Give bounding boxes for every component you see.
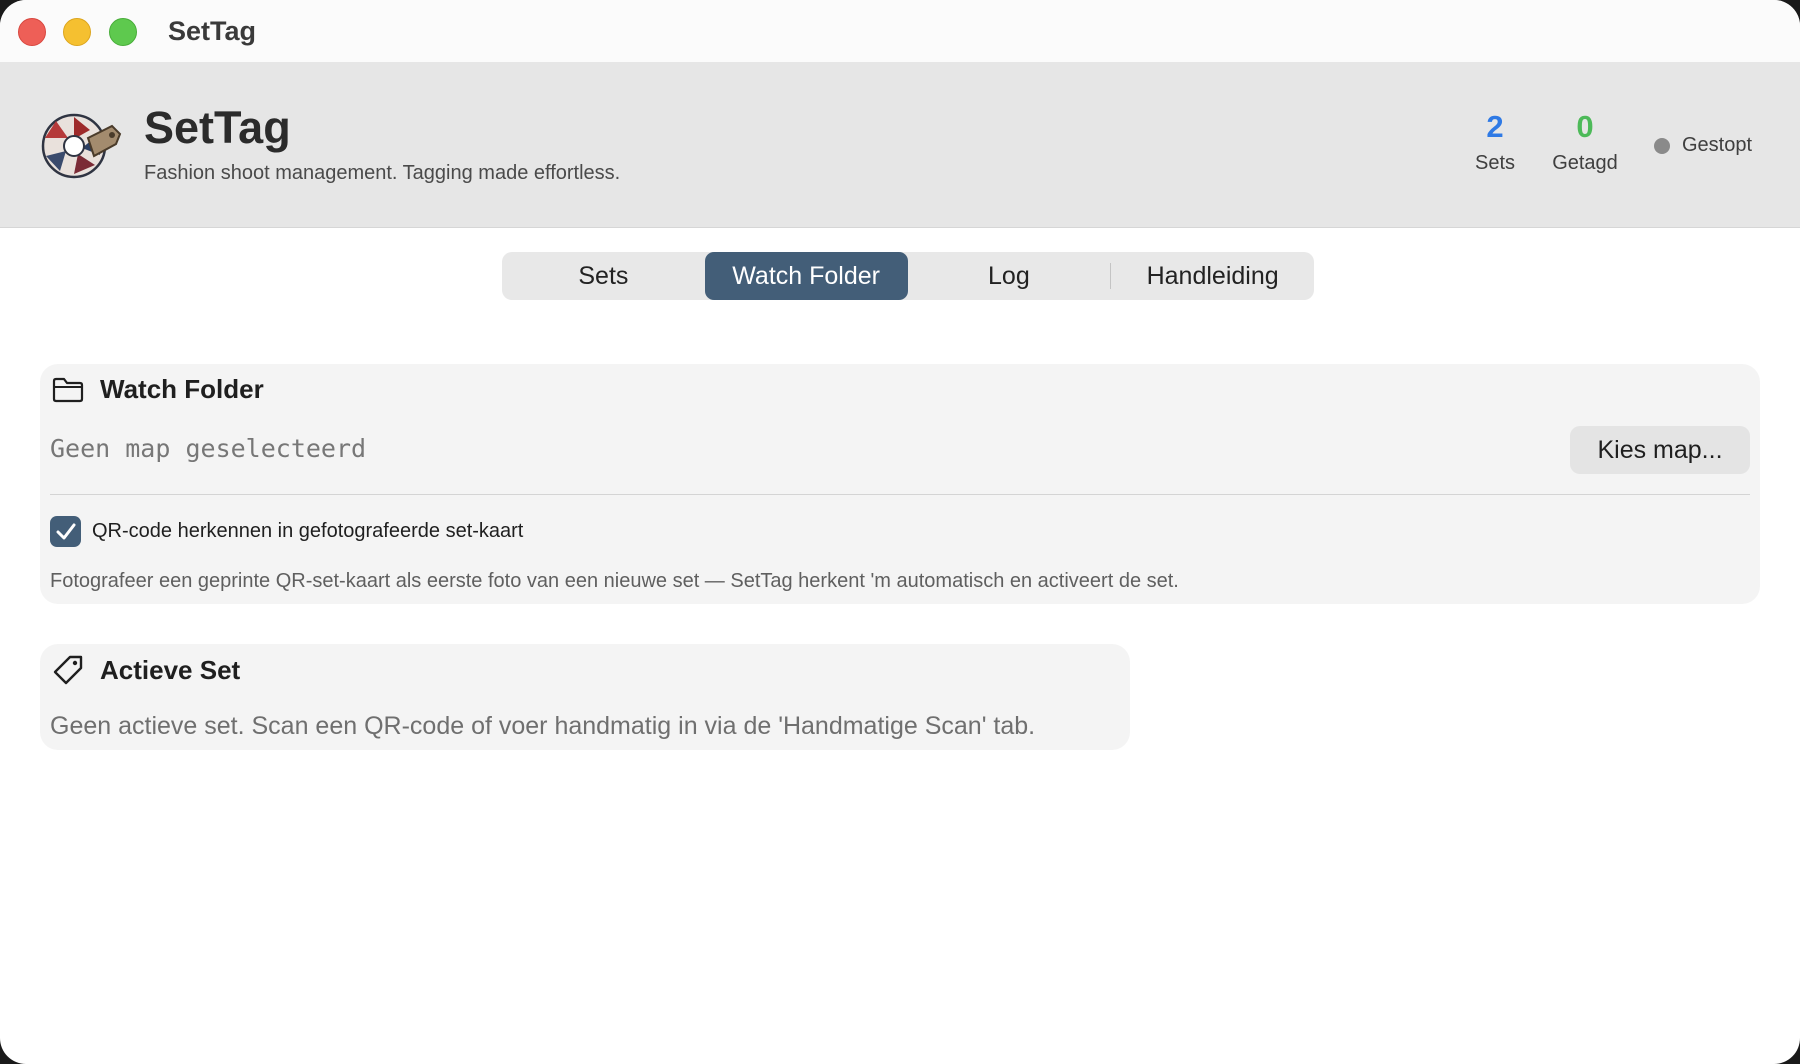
tab-handleiding[interactable]: Handleiding [1111,252,1314,300]
sets-count-label: Sets [1474,152,1516,174]
watch-folder-card: Watch Folder Geen map geselecteerd Kies … [40,364,1760,604]
camera-aperture-tag-logo-icon [41,113,122,179]
folder-icon [52,377,84,402]
tab-watch-folder[interactable]: Watch Folder [704,252,908,300]
sets-counter: 2 Sets [1462,110,1528,175]
sets-count: 2 [1486,109,1504,144]
status-indicator: Gestopt [1654,134,1752,157]
close-window-button[interactable] [18,18,46,46]
watch-folder-header: Watch Folder [52,374,264,405]
tag-icon [53,655,83,685]
tagged-counter: 0 Getagd [1542,110,1628,175]
minimize-window-button[interactable] [63,18,91,46]
app-window: SetTag SetTag Fashion shoot management. … [0,0,1800,1064]
divider [50,494,1750,495]
watch-folder-title: Watch Folder [100,374,264,404]
tab-log[interactable]: Log [908,252,1111,300]
active-set-title: Actieve Set [100,654,241,685]
qr-recognition-label[interactable]: QR-code herkennen in gefotografeerde set… [92,520,523,543]
selected-folder-path: Geen map geselecteerd [50,434,367,463]
active-set-header: Actieve Set [52,654,240,686]
title-bar: SetTag [0,0,1800,62]
tab-sets[interactable]: Sets [502,252,705,300]
active-set-card: Actieve Set Geen actieve set. Scan een Q… [40,644,1130,750]
window-title: SetTag [168,16,257,46]
qr-recognition-checkbox[interactable] [50,516,81,547]
app-header: SetTag Fashion shoot management. Tagging… [0,62,1800,228]
status-dot-icon [1654,137,1670,154]
maximize-window-button[interactable] [109,18,137,46]
active-set-message: Geen actieve set. Scan een QR-code of vo… [50,712,1036,740]
status-text: Gestopt [1682,134,1753,156]
checkmark-icon [56,523,75,539]
qr-hint-text: Fotografeer een geprinte QR-set-kaart al… [50,570,1179,592]
app-name: SetTag [144,102,291,153]
tagged-count-label: Getagd [1552,152,1618,174]
app-tagline: Fashion shoot management. Tagging made e… [144,162,621,184]
tagged-count: 0 [1576,109,1594,144]
choose-folder-button[interactable]: Kies map... [1570,426,1750,474]
tab-bar: Sets Watch Folder Log Handleiding [502,252,1314,300]
